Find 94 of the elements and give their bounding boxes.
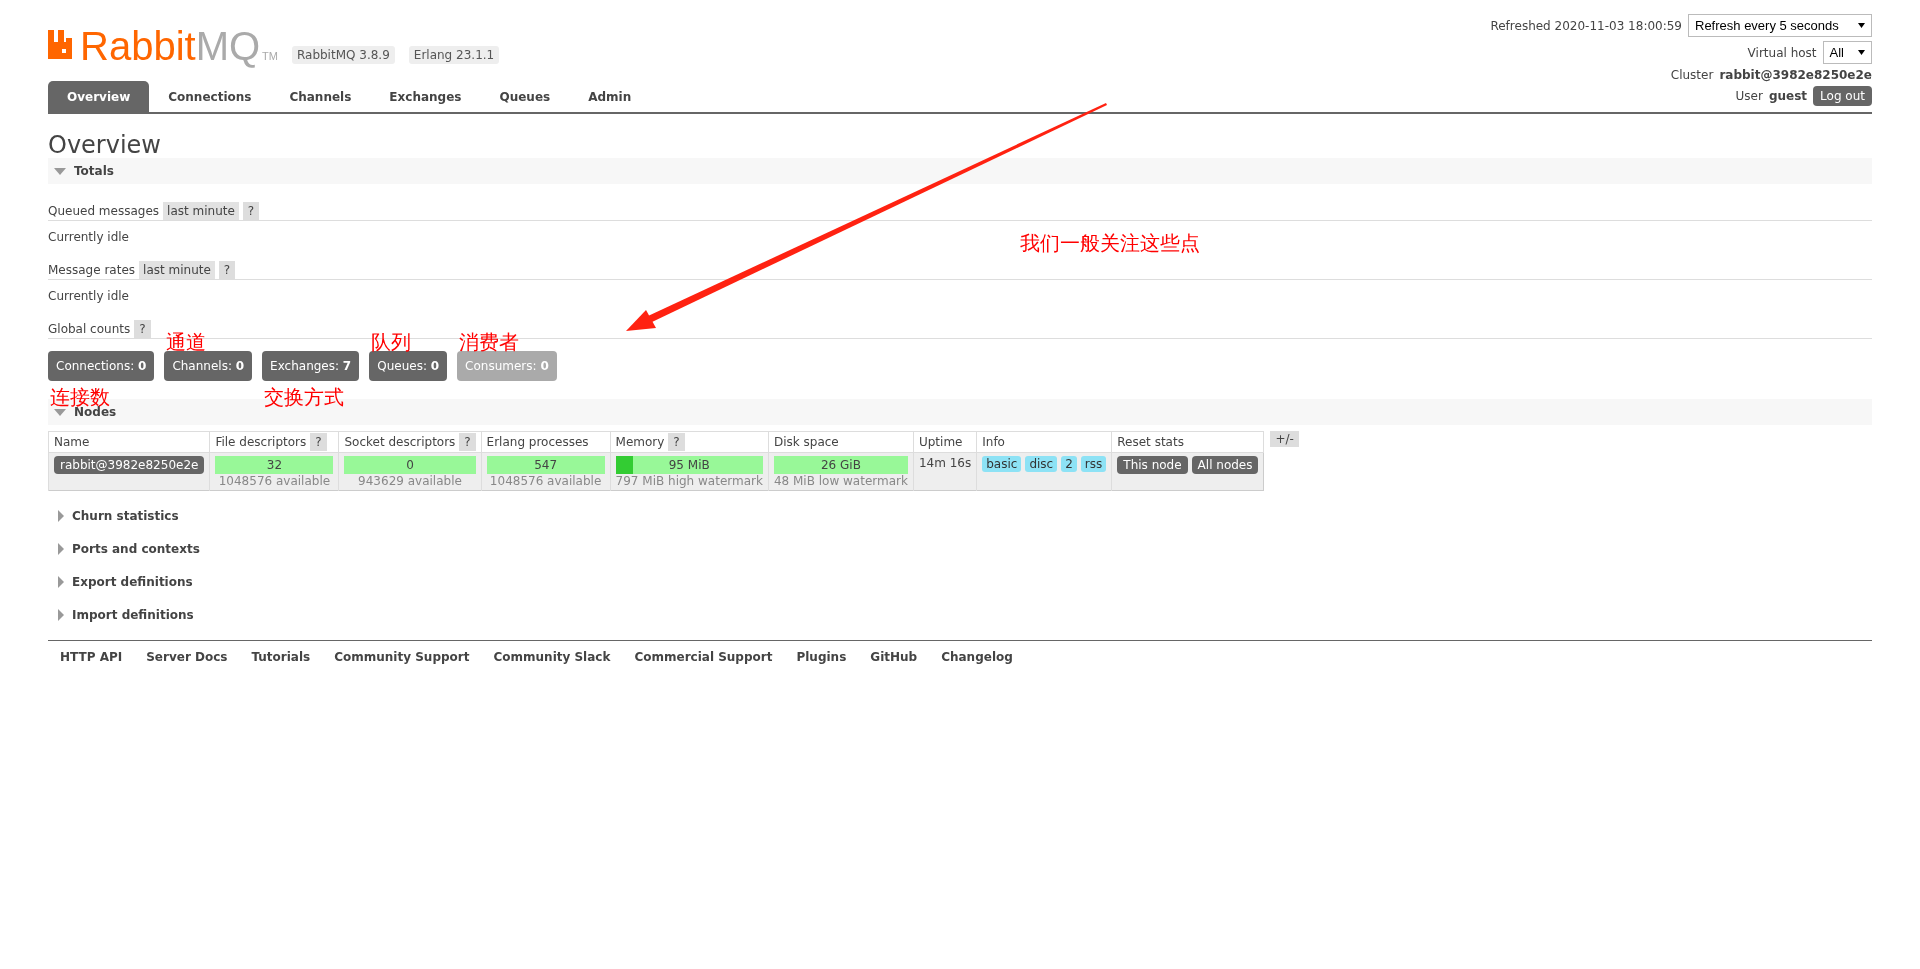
- usage-caption: 797 MiB high watermark: [615, 474, 763, 488]
- count-button[interactable]: Connections: 0: [48, 351, 155, 381]
- reset-button[interactable]: All nodes: [1191, 456, 1259, 474]
- version-label: RabbitMQ 3.8.9: [291, 46, 395, 64]
- help-link[interactable]: ?: [218, 261, 236, 279]
- usage-value: 547: [534, 458, 558, 472]
- node-name-link[interactable]: rabbit@3982e8250e2e: [54, 456, 205, 474]
- section-header[interactable]: Totals: [48, 158, 1872, 184]
- nav-tab[interactable]: Channels: [270, 81, 371, 112]
- annotation-text: 消费者: [459, 331, 520, 353]
- expand-triangle-icon[interactable]: [58, 543, 64, 555]
- uptime-text: 14m 16s: [918, 456, 972, 470]
- stat-label: Global counts: [48, 322, 131, 336]
- help-link[interactable]: ?: [668, 433, 685, 451]
- reset-button[interactable]: This node: [1117, 456, 1188, 474]
- virtual-host-select[interactable]: All: [1822, 41, 1872, 64]
- footer-link[interactable]: Community Support: [334, 650, 470, 664]
- dropdown-caret-icon: [1858, 22, 1865, 29]
- refreshed-text: Refreshed 2020-11-03 18:00:59: [1490, 18, 1682, 33]
- footer-link[interactable]: Commercial Support: [634, 650, 773, 664]
- expand-triangle-icon[interactable]: [58, 576, 64, 588]
- usage-value: 26 GiB: [820, 458, 861, 472]
- logo-text: MQ: [195, 26, 261, 66]
- user-name: guest: [1768, 89, 1808, 103]
- column-header: Reset stats: [1117, 435, 1184, 449]
- section-title[interactable]: Nodes: [74, 405, 117, 419]
- column-header: Info: [982, 435, 1005, 449]
- count-button[interactable]: Queues: 0: [369, 351, 448, 381]
- logo-text: Rabbit: [80, 26, 196, 66]
- nav-tab[interactable]: Admin: [569, 81, 651, 112]
- footer-link[interactable]: GitHub: [870, 650, 918, 664]
- section-title[interactable]: Ports and contexts: [72, 542, 200, 556]
- help-link[interactable]: ?: [134, 320, 151, 338]
- column-header: Memory: [615, 435, 665, 449]
- info-tag: disc: [1025, 456, 1058, 472]
- annotation-text: 队列: [371, 331, 412, 353]
- usage-value: 95 MiB: [668, 458, 710, 472]
- footer-link[interactable]: HTTP API: [60, 650, 123, 664]
- usage-caption: 1048576 available: [488, 474, 603, 488]
- stat-label: Message rates: [48, 263, 136, 277]
- logout-button[interactable]: Log out: [1813, 86, 1872, 106]
- page-title: Overview: [48, 132, 162, 158]
- column-header: Erlang processes: [486, 435, 589, 449]
- info-tag: basic: [982, 456, 1022, 472]
- usage-caption: 48 MiB low watermark: [773, 474, 908, 488]
- column-header: Socket descriptors: [344, 435, 456, 449]
- stat-label: Queued messages: [48, 204, 160, 218]
- footer-link[interactable]: Changelog: [941, 650, 1013, 664]
- time-range-filter[interactable]: last minute: [163, 202, 239, 220]
- virtual-host-label: Virtual host: [1747, 45, 1817, 60]
- info-tag: rss: [1080, 456, 1107, 472]
- section-title[interactable]: Churn statistics: [72, 509, 179, 523]
- footer-link[interactable]: Plugins: [796, 650, 847, 664]
- footer-link[interactable]: Community Slack: [493, 650, 611, 664]
- status-text: Currently idle: [48, 230, 129, 244]
- user-label: User: [1735, 89, 1763, 103]
- annotation-text: 我们一般关注这些点: [1020, 230, 1200, 257]
- expand-triangle-icon[interactable]: [58, 609, 64, 621]
- section-title[interactable]: Export definitions: [72, 575, 193, 589]
- column-header: Uptime: [918, 435, 963, 449]
- help-link[interactable]: ?: [459, 433, 476, 451]
- info-tag: 2: [1061, 456, 1077, 472]
- nav-tab[interactable]: Connections: [149, 81, 271, 112]
- section-title[interactable]: Totals: [74, 164, 114, 178]
- usage-value: 0: [406, 458, 414, 472]
- count-button[interactable]: Channels: 0: [164, 351, 253, 381]
- footer-link[interactable]: Tutorials: [251, 650, 311, 664]
- nav-tab[interactable]: Queues: [480, 81, 570, 112]
- section-title[interactable]: Import definitions: [72, 608, 194, 622]
- column-toggle[interactable]: +/-: [1270, 431, 1299, 447]
- nav-tab[interactable]: Overview: [48, 81, 150, 112]
- usage-value: 32: [266, 458, 283, 472]
- count-button[interactable]: Exchanges: 7: [262, 351, 360, 381]
- collapse-triangle-icon[interactable]: [54, 167, 66, 175]
- dropdown-caret-icon: [1858, 49, 1865, 56]
- usage-caption: 943629 available: [357, 474, 463, 488]
- cluster-name: rabbit@3982e8250e2e: [1719, 68, 1872, 82]
- help-link[interactable]: ?: [310, 433, 327, 451]
- column-header: Name: [54, 435, 90, 449]
- refresh-select[interactable]: Refresh every 5 seconds: [1688, 14, 1872, 37]
- version-label: Erlang 23.1.1: [408, 46, 500, 64]
- cluster-label: Cluster: [1670, 68, 1714, 82]
- collapse-triangle-icon[interactable]: [54, 408, 66, 416]
- annotation-text: 通道: [166, 331, 207, 353]
- time-range-filter[interactable]: last minute: [139, 261, 215, 279]
- expand-triangle-icon[interactable]: [58, 510, 64, 522]
- column-header: Disk space: [773, 435, 839, 449]
- footer-link[interactable]: Server Docs: [146, 650, 228, 664]
- usage-caption: 1048576 available: [217, 474, 332, 488]
- status-text: Currently idle: [48, 289, 129, 303]
- column-header: File descriptors: [215, 435, 307, 449]
- help-link[interactable]: ?: [242, 202, 260, 220]
- nav-tab[interactable]: Exchanges: [370, 81, 481, 112]
- trademark-mark: TM: [262, 50, 278, 62]
